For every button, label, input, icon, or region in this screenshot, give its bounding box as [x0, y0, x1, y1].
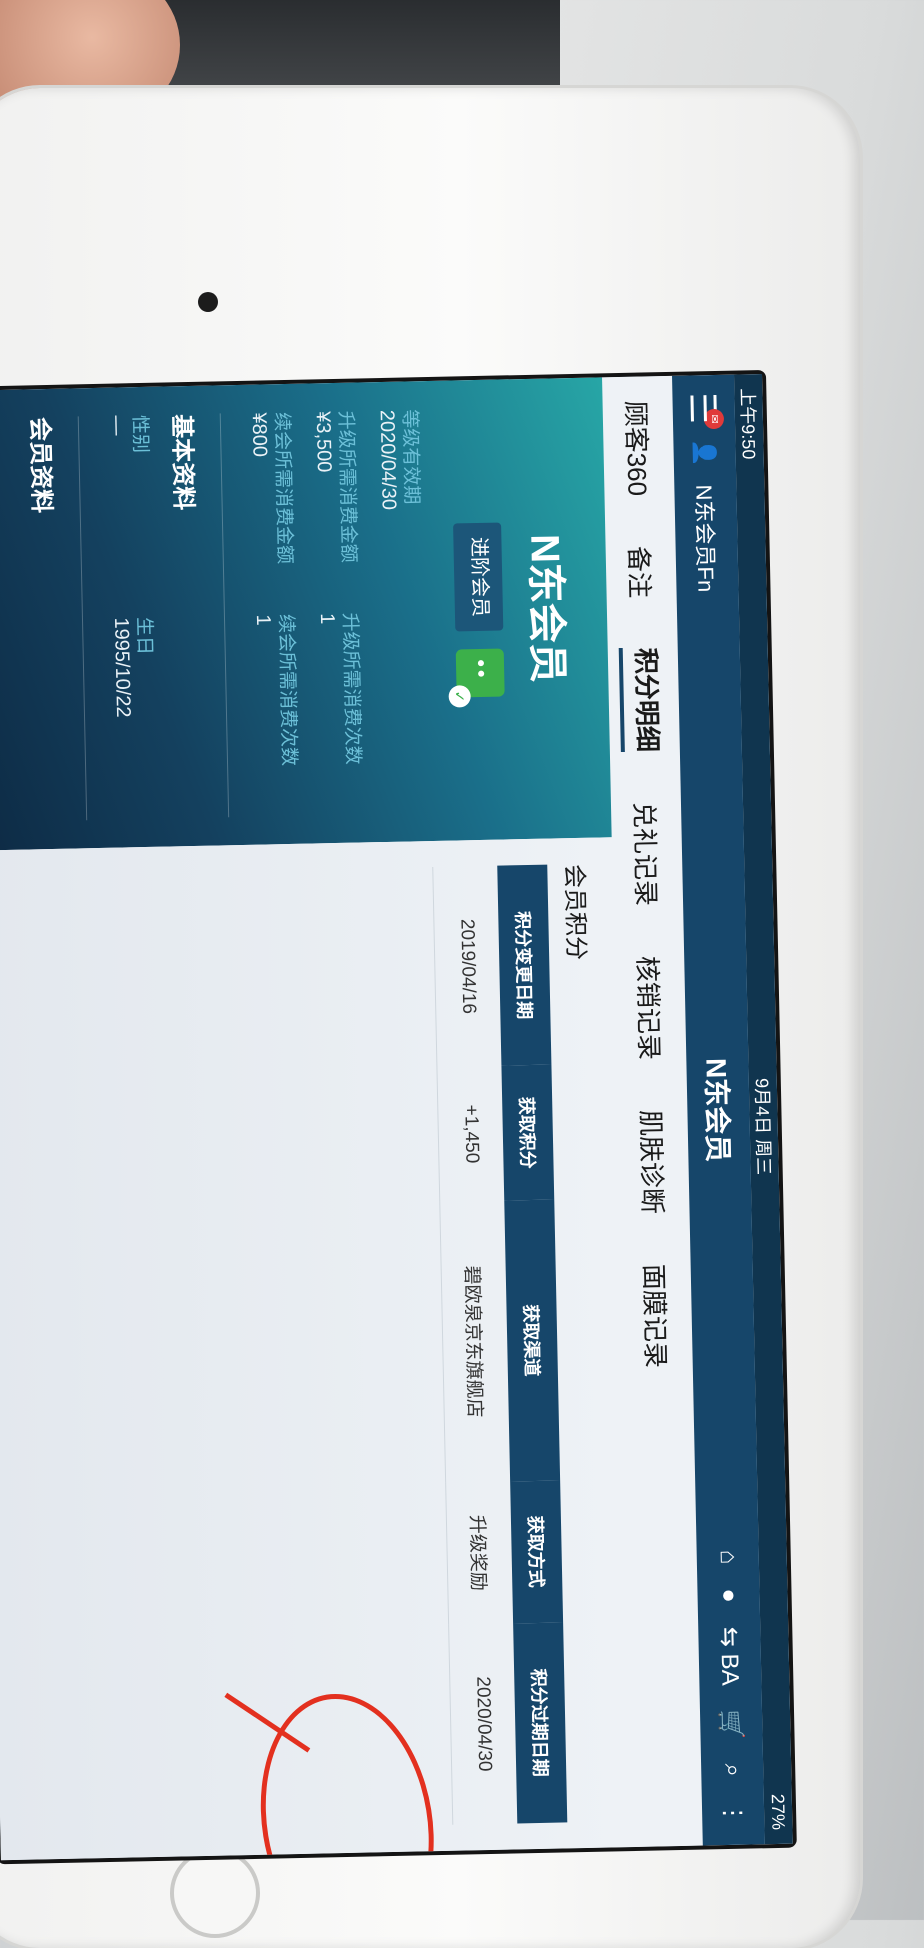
- table-cell: 2020/04/30: [448, 1623, 518, 1825]
- member-info-grid: 等级有效期 2020/04/30 升级所需消费金额 ¥3,500 升级所需消费次…: [247, 409, 433, 817]
- page-title: N东会员: [700, 1057, 734, 1163]
- notification-badge: ✉: [703, 408, 725, 430]
- basic-info-grid: 性别 — 生日 1995/10/22: [105, 415, 163, 820]
- menu-icon[interactable]: ✉: [690, 394, 725, 430]
- field-label: 性别: [128, 414, 151, 454]
- search-icon[interactable]: ⌕: [718, 1763, 746, 1777]
- member-level-badge: 进阶会员: [453, 522, 504, 632]
- field-label: 生日: [132, 616, 155, 656]
- member-card: N东会员 进阶会员 ✓ 等级有效期 2020/04/30: [0, 377, 612, 851]
- tab-verification[interactable]: 核销记录: [631, 956, 670, 1061]
- points-table: 积分变更日期 获取积分 获取渠道 获取方式 积分过期日期 2019/04/16 …: [432, 864, 568, 1825]
- tab-mask-records[interactable]: 面膜记录: [637, 1264, 676, 1369]
- member-card-title: N东会员: [522, 533, 570, 684]
- user-icon[interactable]: 👤: [691, 439, 718, 467]
- level-row: 进阶会员 ✓: [448, 408, 507, 813]
- ipad-screen: 上午9:50 9月4日 周三 27% ✉ 👤 N东会员Fn N东会员 ⌂ ● ⇆…: [0, 374, 793, 1861]
- ipad-device: 上午9:50 9月4日 周三 27% ✉ 👤 N东会员Fn N东会员 ⌂ ● ⇆…: [0, 88, 860, 1948]
- field-value: ¥3,500: [311, 410, 335, 473]
- crm-app: 上午9:50 9月4日 周三 27% ✉ 👤 N东会员Fn N东会员 ⌂ ● ⇆…: [0, 374, 793, 1861]
- field-value: ¥800: [247, 412, 271, 458]
- table-cell: 2019/04/16: [432, 865, 502, 1068]
- tab-points-detail[interactable]: 积分明细: [619, 647, 669, 753]
- switch-ba-button[interactable]: ⇆ BA: [715, 1627, 745, 1686]
- column-header: 积分变更日期: [497, 864, 552, 1066]
- check-icon: ✓: [448, 685, 471, 708]
- points-panel: 会员积分 积分变更日期 获取积分 获取渠道 获取方式 积分过期日期 2019/0…: [0, 837, 633, 1861]
- table-cell: 升级奖励: [445, 1481, 514, 1625]
- column-header: 积分过期日期: [513, 1622, 568, 1824]
- user-name[interactable]: N东会员Fn: [689, 484, 723, 592]
- field-label: 续会所需消费金额: [270, 411, 295, 565]
- wechat-bound-icon: ✓: [448, 648, 505, 708]
- column-header: 获取渠道: [504, 1199, 561, 1482]
- basic-info-title: 基本资料: [166, 413, 230, 819]
- cart-icon[interactable]: 🛒: [716, 1709, 746, 1739]
- member-profile-title: 会员资料: [24, 416, 88, 822]
- main-content: N东会员 进阶会员 ✓ 等级有效期 2020/04/30: [0, 377, 633, 1861]
- tab-redemption[interactable]: 兑礼记录: [627, 802, 666, 907]
- status-date: 9月4日 周三: [751, 1077, 774, 1176]
- home-icon[interactable]: ⌂: [714, 1550, 742, 1565]
- wechat-icon[interactable]: ●: [714, 1588, 742, 1603]
- field-label: 升级所需消费金额: [334, 410, 359, 563]
- nav-left: ✉ 👤 N东会员Fn: [687, 394, 725, 593]
- tab-customer360[interactable]: 顾客360: [619, 400, 658, 496]
- field-label: 升级所需消费次数: [338, 612, 364, 765]
- table-cell: 碧欧泉京东旗舰店: [439, 1200, 511, 1483]
- home-button[interactable]: [170, 1848, 260, 1938]
- tab-notes[interactable]: 备注: [622, 546, 660, 599]
- field-value: 1995/10/22: [109, 617, 135, 718]
- ba-label: BA: [716, 1653, 744, 1686]
- field-label: 等级有效期: [398, 409, 422, 505]
- field-label: 续会所需消费次数: [274, 613, 300, 767]
- table-cell: +1,450: [436, 1065, 505, 1203]
- battery-indicator: 27%: [768, 1793, 789, 1831]
- status-time: 上午9:50: [737, 388, 759, 460]
- column-header: 获取积分: [501, 1064, 555, 1201]
- column-header: 获取方式: [510, 1480, 564, 1624]
- more-icon[interactable]: ⋮: [718, 1801, 747, 1826]
- camera-icon: [198, 292, 218, 312]
- tab-skin-diagnosis[interactable]: 肌肤诊断: [634, 1110, 673, 1215]
- nav-actions: ⌂ ● ⇆ BA 🛒 ⌕ ⋮: [713, 1550, 748, 1826]
- points-title: 会员积分: [560, 863, 590, 961]
- field-value: 2020/04/30: [375, 409, 400, 511]
